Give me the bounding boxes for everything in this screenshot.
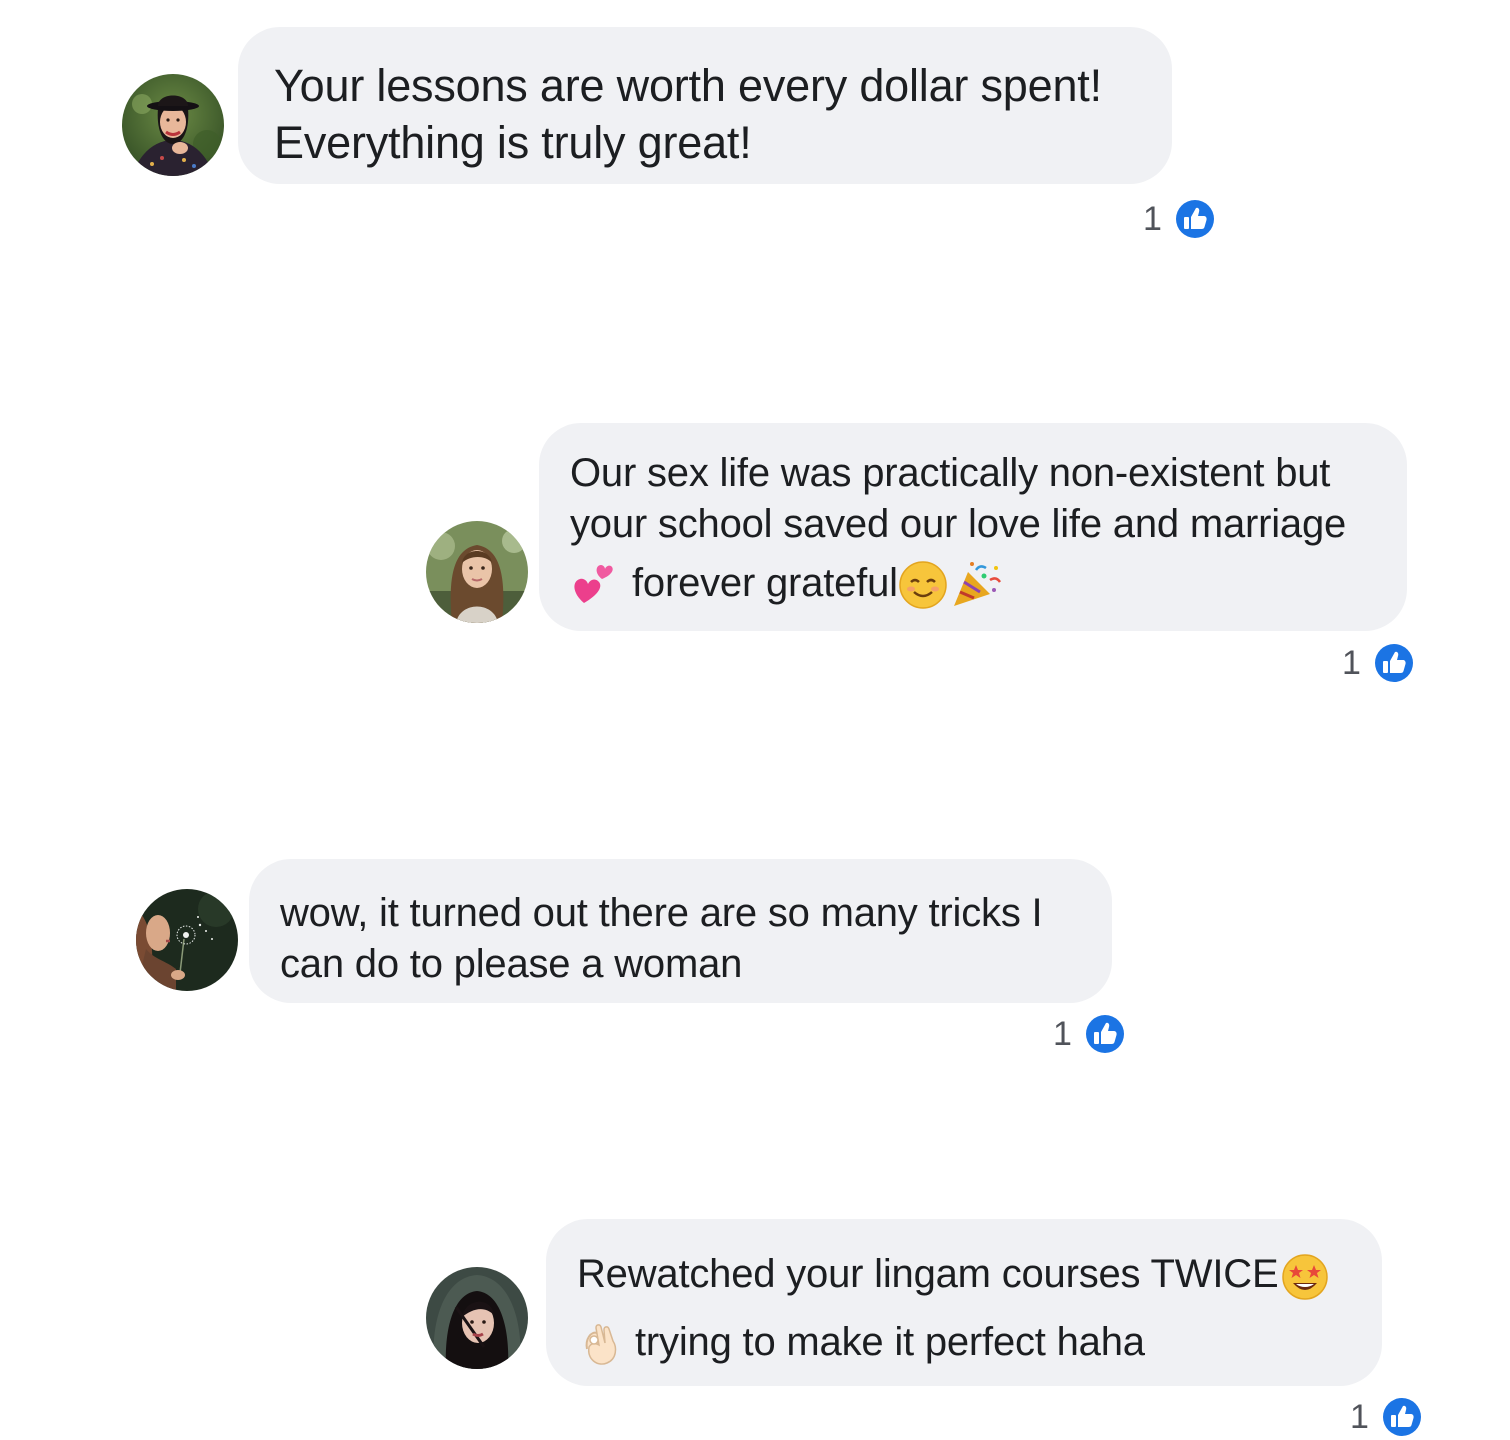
ok-hand-emoji-icon [577,1319,623,1369]
comment-text-line: can do to please a woman [280,942,743,986]
comment-bubble: Your lessons are worth every dollar spen… [238,27,1172,184]
comment-text-line: your school saved our love life and marr… [570,502,1347,546]
comment-text: forever grateful [632,561,898,605]
avatar[interactable] [426,1267,528,1369]
comment-text-line: forever grateful [570,558,1377,610]
avatar[interactable] [426,521,528,623]
like-count: 1 [1350,1398,1369,1436]
reaction-summary[interactable]: 1 [1350,1394,1425,1440]
like-icon [1082,1011,1128,1057]
like-count: 1 [1342,644,1361,682]
reaction-summary[interactable]: 1 [1053,1011,1128,1057]
like-icon [1172,196,1218,242]
comment-text-line: Our sex life was practically non-existen… [570,451,1331,495]
avatar-woman-dandelion-icon [136,889,238,991]
comment-bubble: Rewatched your lingam courses TWICE tryi… [546,1219,1382,1386]
avatar-woman-dark-hood-icon [426,1267,528,1369]
avatar-woman-long-brown-hair-icon [426,521,528,623]
reaction-summary[interactable]: 1 [1143,196,1218,242]
comment-text-line: Everything is truly great! [274,117,752,168]
reaction-summary[interactable]: 1 [1342,640,1417,686]
avatar[interactable] [136,889,238,991]
avatar[interactable] [122,74,224,176]
comment-text-line: Your lessons are worth every dollar spen… [274,60,1102,111]
comment-bubble: Our sex life was practically non-existen… [539,423,1407,631]
comment-text-line: wow, it turned out there are so many tri… [280,891,1043,935]
like-count: 1 [1053,1015,1072,1053]
avatar-woman-black-hat-icon [122,74,224,176]
like-count: 1 [1143,200,1162,238]
comment-text: Rewatched your lingam courses TWICE [577,1252,1279,1296]
like-icon [1379,1394,1425,1440]
comment-bubble: wow, it turned out there are so many tri… [249,859,1112,1003]
comment-text-line: Rewatched your lingam courses TWICE [577,1245,1352,1303]
like-icon [1371,640,1417,686]
comment-text: trying to make it perfect haha [635,1320,1145,1364]
two-hearts-emoji-icon [570,561,618,609]
star-struck-emoji-icon [1280,1251,1330,1301]
party-popper-emoji-icon [950,560,1004,610]
smiling-face-emoji-icon [898,560,948,610]
comment-text-line: trying to make it perfect haha [577,1313,1352,1371]
